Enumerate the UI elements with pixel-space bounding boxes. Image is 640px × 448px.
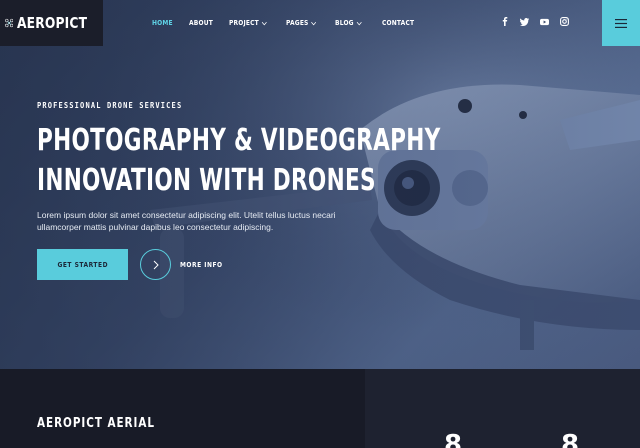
chevron-down-icon bbox=[311, 21, 317, 25]
drone-logo-icon bbox=[5, 18, 14, 28]
nav-contact[interactable]: CONTACT bbox=[382, 19, 414, 27]
site-logo[interactable]: AEROPICT bbox=[0, 0, 103, 46]
hero-headline: PHOTOGRAPHY & VIDEOGRAPHY INNOVATION WIT… bbox=[37, 121, 441, 201]
get-started-button[interactable]: GET STARTED bbox=[37, 249, 128, 280]
nav-pages[interactable]: PAGES bbox=[286, 19, 317, 27]
aerial-section-panel bbox=[365, 369, 640, 448]
nav-contact-label: CONTACT bbox=[382, 19, 415, 27]
aerial-section-title: AEROPICT AERIAL bbox=[37, 416, 155, 431]
twitter-icon[interactable] bbox=[520, 17, 529, 26]
nav-about-label: ABOUT bbox=[189, 19, 213, 27]
nav-home-label: HOME bbox=[152, 19, 173, 27]
headline-line-1: PHOTOGRAPHY & VIDEOGRAPHY bbox=[37, 123, 441, 158]
hero-description: Lorem ipsum dolor sit amet consectetur a… bbox=[37, 210, 336, 232]
chevron-right-icon bbox=[153, 260, 159, 269]
social-links bbox=[500, 17, 569, 26]
nav-project[interactable]: PROJECT bbox=[229, 19, 267, 27]
chevron-down-icon bbox=[261, 21, 267, 25]
hamburger-menu-button[interactable] bbox=[602, 0, 640, 46]
facebook-icon[interactable] bbox=[500, 17, 509, 26]
aerial-section: AEROPICT AERIAL 8 8 bbox=[0, 369, 640, 448]
nav-about[interactable]: ABOUT bbox=[189, 19, 213, 27]
instagram-icon[interactable] bbox=[560, 17, 569, 26]
counter-number-right: 8 bbox=[561, 430, 580, 448]
get-started-label: GET STARTED bbox=[57, 260, 108, 269]
chevron-down-icon bbox=[356, 21, 362, 25]
nav-blog-label: BLOG bbox=[335, 19, 354, 27]
nav-home[interactable]: HOME bbox=[152, 19, 173, 27]
counter-number-left: 8 bbox=[444, 430, 463, 448]
menu-icon bbox=[615, 18, 627, 28]
youtube-icon[interactable] bbox=[540, 17, 549, 26]
hero-eyebrow: PROFESSIONAL DRONE SERVICES bbox=[37, 101, 183, 110]
brand-name: AEROPICT bbox=[17, 14, 88, 32]
nav-pages-label: PAGES bbox=[286, 19, 309, 27]
nav-blog[interactable]: BLOG bbox=[335, 19, 362, 27]
more-info-circle-button[interactable] bbox=[140, 249, 171, 280]
nav-project-label: PROJECT bbox=[229, 19, 259, 27]
hero-section: PROFESSIONAL DRONE SERVICES PHOTOGRAPHY … bbox=[0, 0, 640, 369]
headline-line-2: INNOVATION WITH DRONES bbox=[37, 163, 376, 198]
more-info-link[interactable]: MORE INFO bbox=[180, 261, 223, 269]
